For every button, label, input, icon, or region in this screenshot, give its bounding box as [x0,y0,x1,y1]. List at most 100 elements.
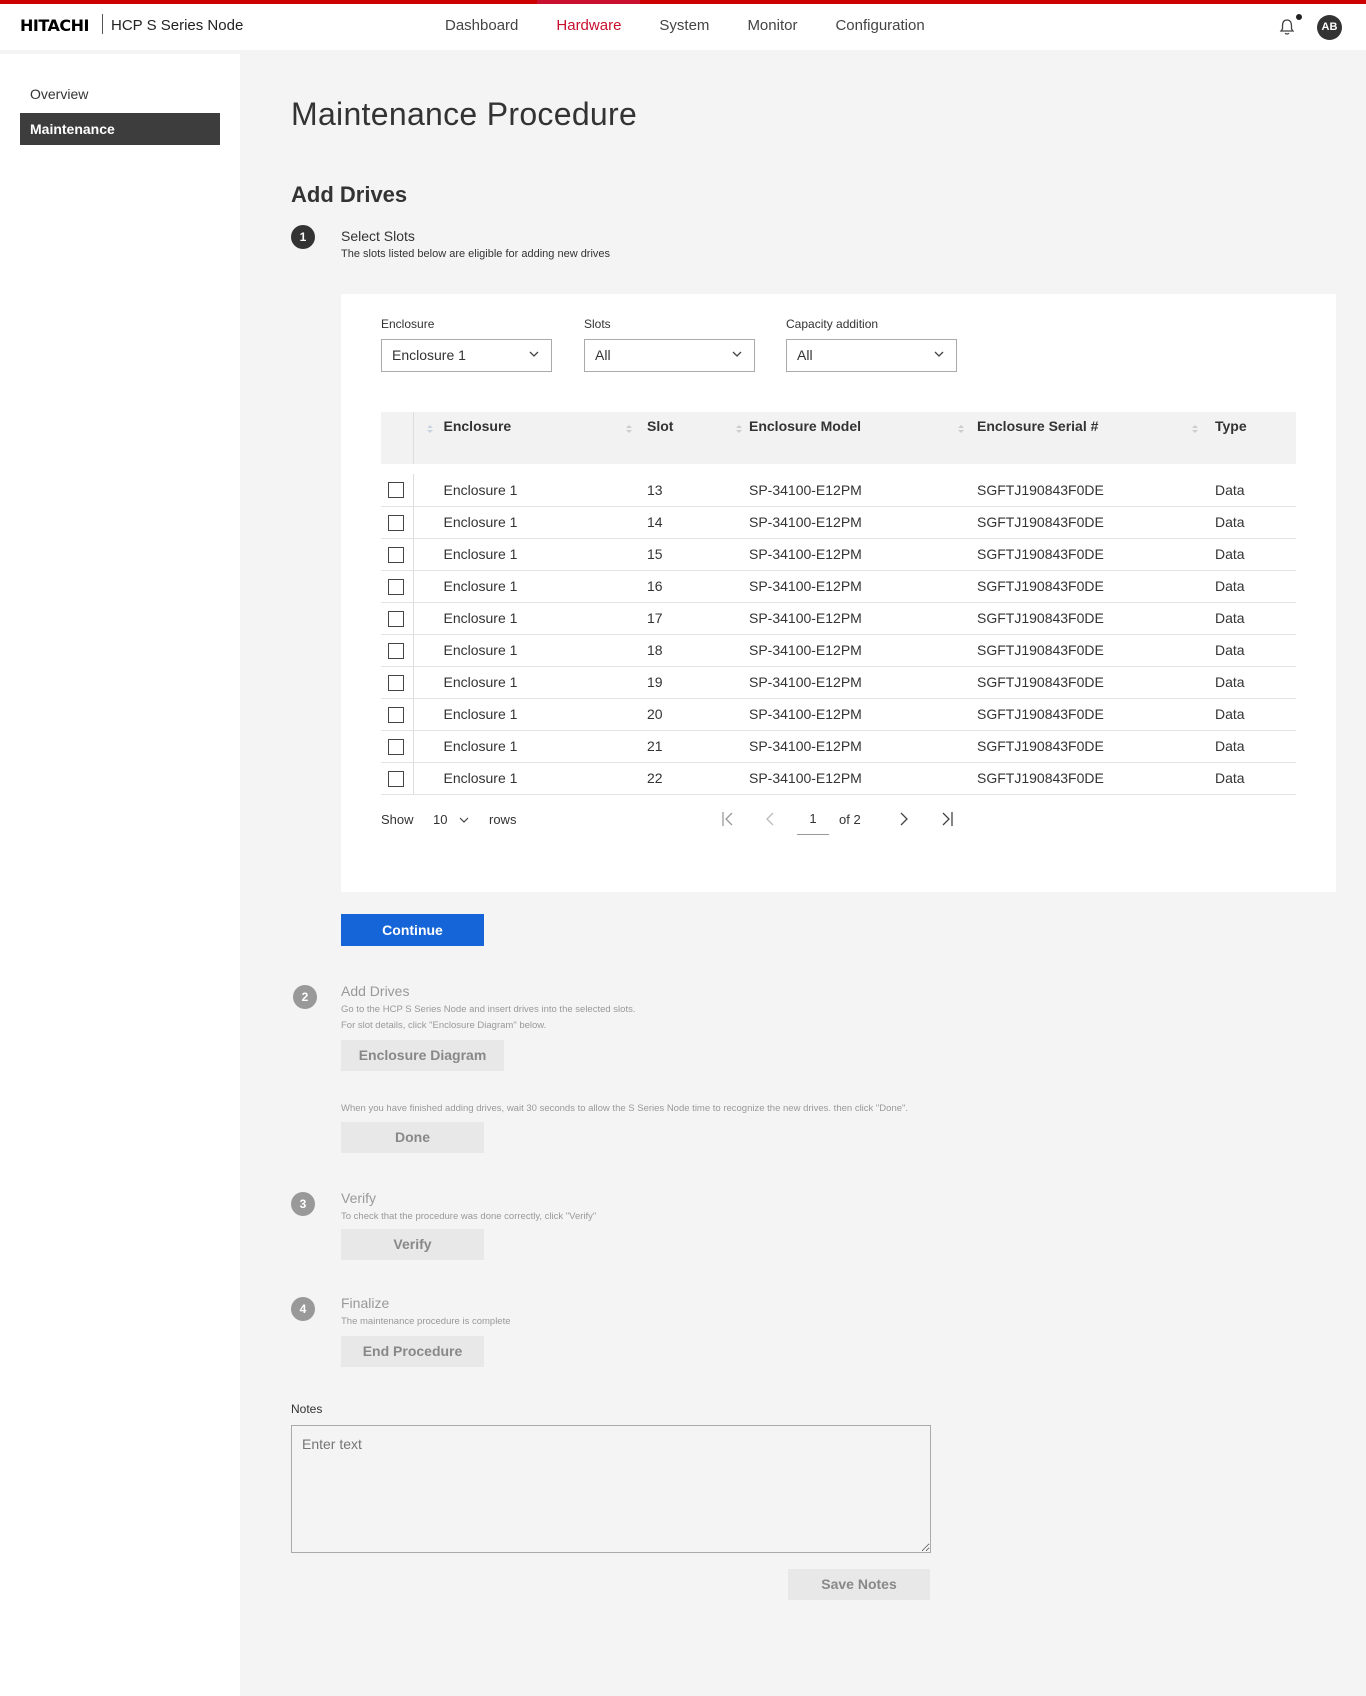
sidebar-item-overview[interactable]: Overview [20,78,220,110]
table-row[interactable]: Enclosure 1 13 SP-34100-E12PM SGFTJ190843F0… [381,474,1296,507]
row-checkbox[interactable] [388,706,404,723]
cell-enclosure-serial: SGFTJ190843F0DE [977,666,1215,699]
row-checkbox[interactable] [388,738,404,755]
cell-enclosure: Enclosure 1 [413,474,635,507]
done-button[interactable]: Done [341,1122,484,1153]
table-row[interactable]: Enclosure 1 17 SP-34100-E12PM SGFTJ190843F0… [381,602,1296,635]
cell-enclosure: Enclosure 1 [413,730,635,763]
row-checkbox[interactable] [388,482,404,499]
nav-monitor[interactable]: Monitor [728,4,816,50]
table-row[interactable]: Enclosure 1 18 SP-34100-E12PM SGFTJ190843F0… [381,634,1296,667]
save-notes-button[interactable]: Save Notes [788,1569,930,1600]
page-number-input[interactable]: 1 [797,811,829,835]
cell-enclosure: Enclosure 1 [413,538,635,571]
cell-type: Data [1215,602,1296,635]
column-enclosure[interactable]: Enclosure [413,412,635,464]
sidebar-item-maintenance[interactable]: Maintenance [20,113,220,145]
row-checkbox[interactable] [388,546,404,563]
nav-configuration[interactable]: Configuration [816,4,943,50]
table-header-row: Enclosure Slot Enclosure Model Enclosure… [381,412,1296,464]
column-enclosure-model[interactable]: Enclosure Model [736,412,977,464]
column-enclosure-label: Enclosure [443,418,512,434]
table-row[interactable]: Enclosure 1 16 SP-34100-E12PM SGFTJ190843F0… [381,570,1296,603]
sidebar: Overview Maintenance [0,54,240,1696]
table-row[interactable]: Enclosure 1 15 SP-34100-E12PM SGFTJ190843F0… [381,538,1296,571]
row-checkbox[interactable] [388,514,404,531]
enclosure-filter-label: Enclosure [381,317,435,331]
continue-button[interactable]: Continue [341,914,484,946]
row-checkbox[interactable] [388,674,404,691]
chevron-down-icon [459,817,469,823]
cell-slot: 22 [635,762,749,795]
cell-enclosure-serial: SGFTJ190843F0DE [977,538,1215,571]
user-avatar[interactable]: AB [1317,15,1342,40]
slots-table: Enclosure Slot Enclosure Model Enclosure… [381,412,1296,795]
nav-dashboard[interactable]: Dashboard [426,4,537,50]
row-checkbox[interactable] [388,642,404,659]
column-slot-label: Slot [647,418,674,434]
table-row[interactable]: Enclosure 1 21 SP-34100-E12PM SGFTJ190843F0… [381,730,1296,763]
enclosure-select[interactable]: Enclosure 1 [381,339,552,372]
column-enclosure-serial[interactable]: Enclosure Serial # [958,412,1215,464]
row-select-cell [381,666,414,699]
enclosure-diagram-button[interactable]: Enclosure Diagram [341,1040,504,1071]
cell-slot: 14 [635,506,749,539]
row-select-cell [381,570,414,603]
cell-enclosure: Enclosure 1 [413,602,635,635]
sort-icon [736,425,742,433]
step-2-description-detail: For slot details, click "Enclosure Diagr… [341,1020,547,1031]
table-row[interactable]: Enclosure 1 20 SP-34100-E12PM SGFTJ190843F0… [381,698,1296,731]
page-count-label: of 2 [839,812,861,827]
column-enclosure-model-label: Enclosure Model [749,418,862,434]
cell-enclosure-serial: SGFTJ190843F0DE [977,698,1215,731]
table-row[interactable]: Enclosure 1 22 SP-34100-E12PM SGFTJ190843F0… [381,762,1296,795]
notes-textarea[interactable] [291,1425,931,1553]
nav-system[interactable]: System [640,4,728,50]
table-row[interactable]: Enclosure 1 14 SP-34100-E12PM SGFTJ190843F0… [381,506,1296,539]
step-1-title: Select Slots [341,228,415,244]
next-page-icon[interactable] [898,811,910,827]
step-3-description: To check that the procedure was done cor… [341,1211,597,1222]
sort-icon [626,425,632,433]
cell-type: Data [1215,570,1296,603]
nav-hardware[interactable]: Hardware [537,0,641,50]
column-type-label: Type [1215,418,1247,434]
rows-label: rows [489,812,517,827]
cell-slot: 13 [635,474,749,507]
row-checkbox[interactable] [388,578,404,595]
enclosure-select-value: Enclosure 1 [392,347,466,363]
cell-type: Data [1215,474,1296,507]
rows-per-page-value: 10 [433,812,448,827]
first-page-icon[interactable] [721,811,735,827]
step-2-description: Go to the HCP S Series Node and insert d… [341,1004,636,1015]
step-2-title: Add Drives [341,983,410,999]
cell-slot: 19 [635,666,749,699]
cell-enclosure: Enclosure 1 [413,666,635,699]
row-checkbox[interactable] [388,610,404,627]
slots-select[interactable]: All [584,339,755,372]
cell-enclosure-model: SP-34100-E12PM [749,506,977,539]
capacity-select[interactable]: All [786,339,957,372]
step-4-description: The maintenance procedure is complete [341,1316,511,1327]
page-title: Maintenance Procedure [291,96,638,132]
cell-enclosure-model: SP-34100-E12PM [749,474,977,507]
last-page-icon[interactable] [940,811,954,827]
row-checkbox[interactable] [388,770,404,787]
cell-slot: 17 [635,602,749,635]
main-nav: Dashboard Hardware System Monitor Config… [426,0,944,50]
end-procedure-button[interactable]: End Procedure [341,1336,484,1367]
column-slot[interactable]: Slot [626,412,749,464]
cell-type: Data [1215,730,1296,763]
notes-label: Notes [291,1402,323,1416]
chevron-down-icon [732,351,742,357]
bell-icon[interactable] [1278,18,1296,36]
cell-enclosure: Enclosure 1 [413,506,635,539]
verify-button[interactable]: Verify [341,1229,484,1260]
table-row[interactable]: Enclosure 1 19 SP-34100-E12PM SGFTJ190843F0… [381,666,1296,699]
column-type[interactable]: Type [1192,412,1296,464]
previous-page-icon[interactable] [764,811,776,827]
slots-select-value: All [595,347,611,363]
step-2-done-instructions: When you have finished adding drives, wa… [341,1103,909,1114]
show-label: Show [381,812,414,827]
rows-per-page-select[interactable]: 10 [433,812,469,827]
